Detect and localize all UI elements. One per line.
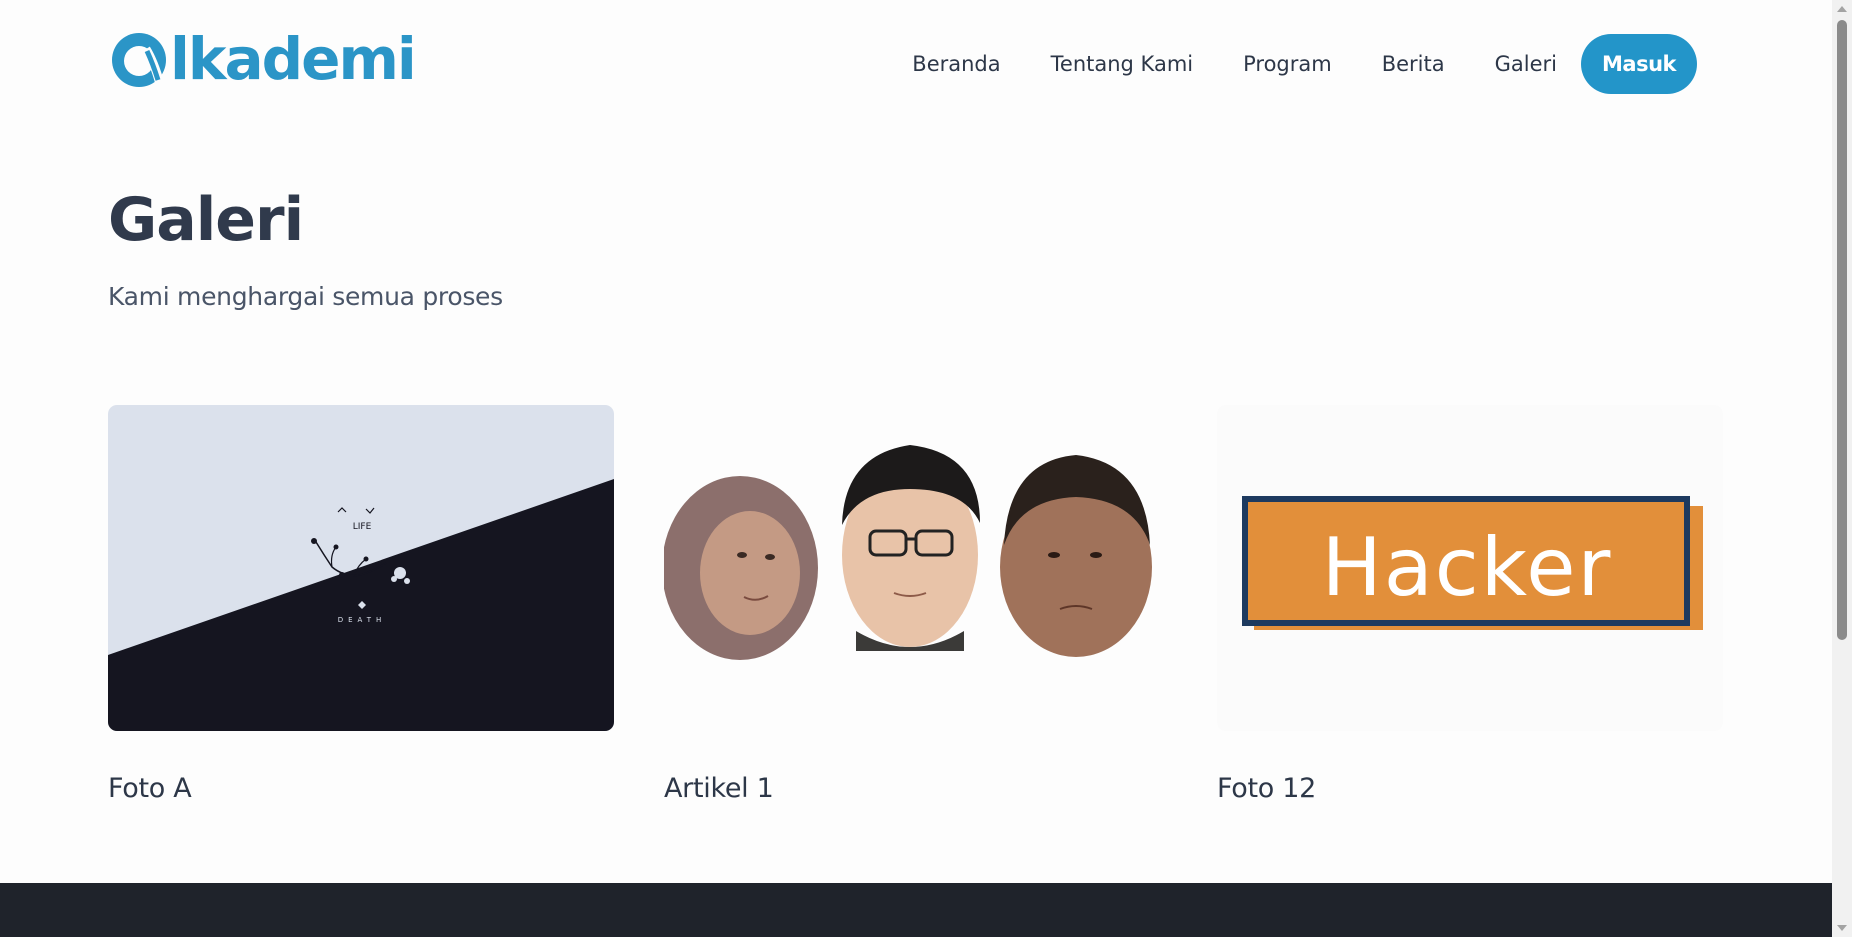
page-title: Galeri bbox=[108, 185, 304, 255]
alpha-logo-icon bbox=[112, 33, 166, 87]
life-death-artwork: LIFE DEATH bbox=[108, 405, 614, 731]
team-faces-photo bbox=[664, 405, 1170, 731]
gallery-image-hacker[interactable]: Hacker bbox=[1217, 405, 1723, 731]
nav-item-berita[interactable]: Berita bbox=[1382, 52, 1445, 76]
gallery-grid: LIFE DEATH Foto A Artikel 1 Hacker Foto … bbox=[108, 405, 1723, 825]
page: lkademi Beranda Tentang Kami Program Ber… bbox=[0, 0, 1832, 937]
gallery-image-life-death[interactable]: LIFE DEATH bbox=[108, 405, 614, 731]
nav-item-tentang-kami[interactable]: Tentang Kami bbox=[1051, 52, 1193, 76]
life-text: LIFE bbox=[353, 522, 372, 532]
nav-item-galeri[interactable]: Galeri bbox=[1495, 52, 1557, 76]
hacker-graphic: Hacker bbox=[1217, 405, 1723, 731]
hacker-text: Hacker bbox=[1322, 521, 1613, 614]
brand-name: lkademi bbox=[170, 25, 417, 93]
brand-logo[interactable]: lkademi bbox=[108, 25, 417, 93]
site-header: lkademi Beranda Tentang Kami Program Ber… bbox=[0, 0, 1832, 130]
death-text: DEATH bbox=[338, 616, 387, 624]
gallery-image-team-faces[interactable] bbox=[664, 405, 1170, 731]
site-footer bbox=[0, 883, 1832, 937]
nav-item-program[interactable]: Program bbox=[1243, 52, 1332, 76]
main-nav: Beranda Tentang Kami Program Berita Gale… bbox=[912, 34, 1697, 94]
gallery-caption[interactable]: Foto 12 bbox=[1217, 771, 1723, 807]
face-long-hair bbox=[1000, 455, 1152, 657]
scroll-down-icon[interactable] bbox=[1837, 925, 1847, 931]
login-button[interactable]: Masuk bbox=[1581, 34, 1697, 94]
gallery-caption[interactable]: Foto A bbox=[108, 771, 614, 807]
gallery-card[interactable]: Hacker Foto 12 bbox=[1217, 405, 1723, 807]
page-subtitle: Kami menghargai semua proses bbox=[108, 282, 503, 311]
gallery-card[interactable]: LIFE DEATH Foto A bbox=[108, 405, 614, 807]
page-scrollbar[interactable] bbox=[1832, 0, 1852, 937]
scrollbar-thumb[interactable] bbox=[1837, 20, 1847, 640]
gallery-card[interactable]: Artikel 1 bbox=[664, 405, 1170, 807]
face-hijab bbox=[664, 476, 818, 660]
gallery-caption[interactable]: Artikel 1 bbox=[664, 771, 1170, 807]
scroll-up-icon[interactable] bbox=[1837, 6, 1847, 12]
nav-item-beranda[interactable]: Beranda bbox=[912, 52, 1000, 76]
